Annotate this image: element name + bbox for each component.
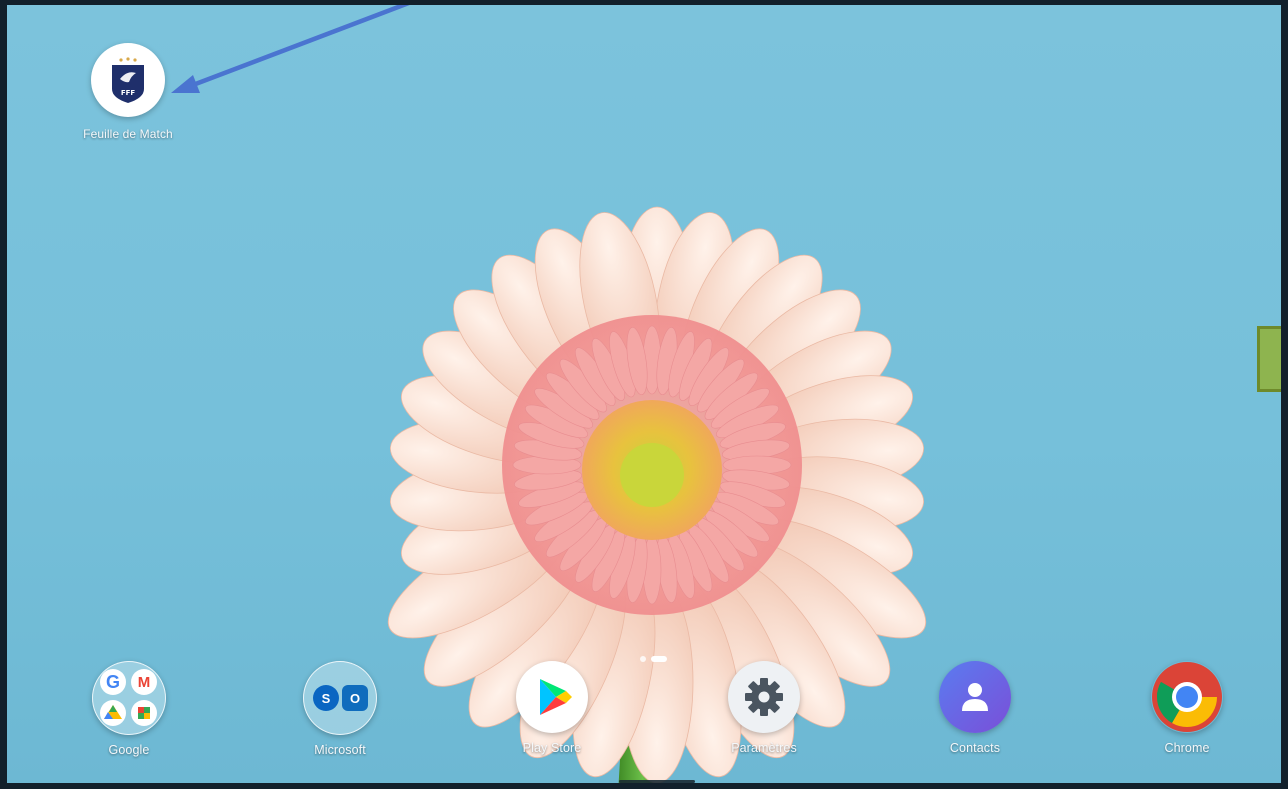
photos-icon — [131, 700, 157, 726]
home-screen: FFF Feuille de Match G M Google S O Micr… — [0, 0, 1288, 789]
page-dot — [640, 655, 646, 662]
google-g-icon: G — [100, 669, 126, 695]
app-label: Contacts — [949, 741, 1001, 755]
app-label: Microsoft — [314, 743, 366, 757]
microsoft-folder-icon: S O — [303, 661, 377, 735]
gmail-icon: M — [131, 669, 157, 695]
app-label: Paramètres — [731, 741, 797, 755]
app-play-store[interactable]: Play Store — [492, 661, 612, 755]
chrome-icon — [1151, 661, 1223, 733]
app-contacts[interactable]: Contacts — [915, 661, 1035, 755]
app-chrome[interactable]: Chrome — [1127, 661, 1247, 755]
annotation-arrow — [171, 5, 410, 93]
app-parametres[interactable]: Paramètres — [704, 661, 824, 755]
folder-google[interactable]: G M Google — [69, 661, 189, 757]
skype-icon: S — [313, 685, 339, 711]
app-label: Chrome — [1164, 741, 1210, 755]
play-store-icon — [516, 661, 588, 733]
gesture-navigation-bar[interactable] — [619, 780, 695, 783]
outlook-icon: O — [342, 685, 368, 711]
page-indicator — [640, 650, 672, 668]
page-dot-active — [651, 655, 667, 662]
contacts-icon — [939, 661, 1011, 733]
app-label: Play Store — [522, 741, 582, 755]
folder-microsoft[interactable]: S O Microsoft — [280, 661, 400, 757]
app-label: Google — [108, 743, 150, 757]
highlight-box — [1257, 326, 1281, 392]
drive-icon — [100, 700, 126, 726]
gear-icon — [728, 661, 800, 733]
google-folder-icon: G M — [92, 661, 166, 735]
